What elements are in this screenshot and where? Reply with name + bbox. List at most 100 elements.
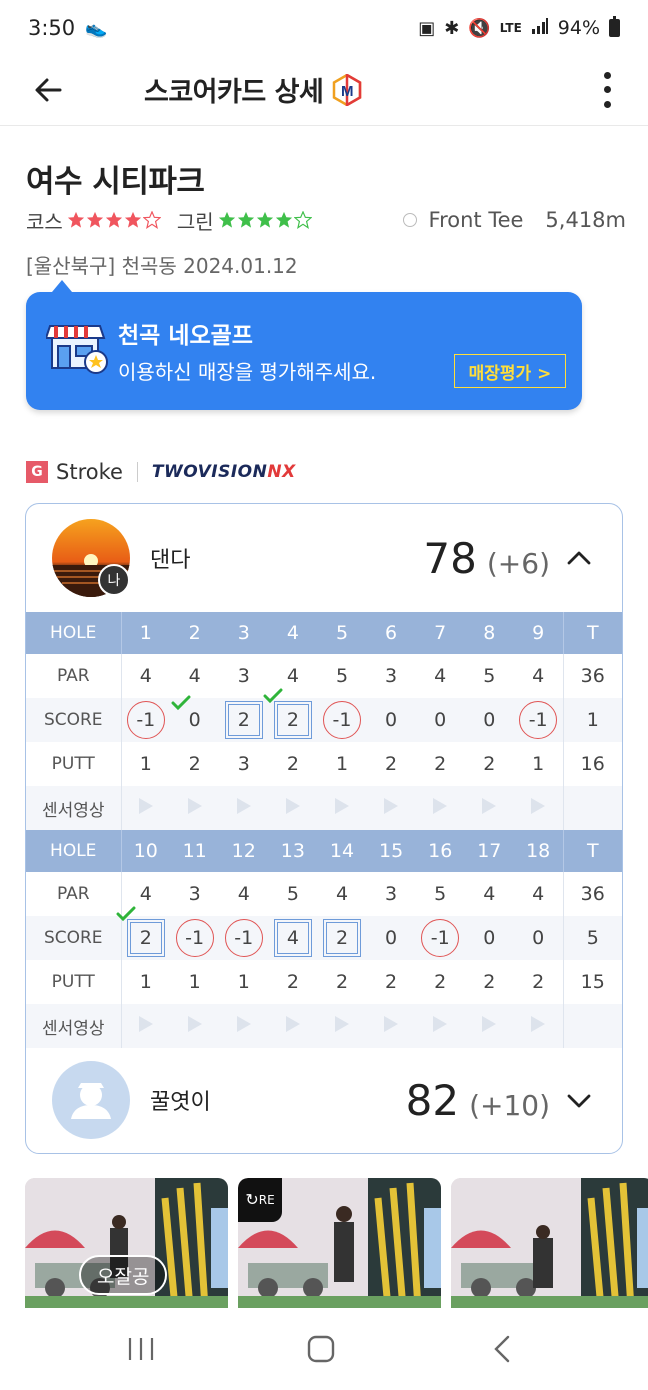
score-value: 0	[171, 695, 207, 731]
store-review-button[interactable]: 매장평가 >	[454, 354, 566, 388]
score-cell: 0	[170, 695, 220, 742]
course-ratings: 코스 그린 Front Tee 5,418m	[26, 205, 626, 235]
par-cell: 5	[434, 883, 447, 905]
video-thumbnail[interactable]: 오잘공	[25, 1178, 228, 1308]
play-icon[interactable]	[236, 1016, 251, 1032]
player-row-1[interactable]: 나 댄다 78 (+6)	[26, 504, 622, 612]
score-cell: 2	[317, 916, 367, 960]
play-icon[interactable]	[334, 1016, 349, 1032]
score-cell: 2	[263, 688, 318, 742]
play-icon[interactable]	[482, 1016, 497, 1032]
store-review-banner[interactable]: 천곡 네오골프 이용하신 매장을 평가해주세요. 매장평가 >	[26, 280, 582, 410]
chevron-down-icon[interactable]	[566, 1087, 592, 1113]
sensor-video-cell	[366, 1004, 416, 1048]
score-cell: -1	[121, 698, 171, 742]
par-cell: 4	[532, 883, 545, 905]
video-thumbnail[interactable]: ↻ RE	[238, 1178, 441, 1308]
play-icon[interactable]	[187, 798, 202, 814]
birdie-circle: -1	[126, 701, 165, 739]
play-icon[interactable]	[138, 798, 153, 814]
score-cell: 0	[366, 916, 416, 960]
putt-label: PUTT	[26, 742, 122, 786]
hole-number: 12	[219, 830, 269, 872]
video-thumbnail[interactable]	[451, 1178, 648, 1308]
score-value-text: -1	[332, 709, 352, 731]
par-cell: 3	[237, 665, 250, 687]
play-icon[interactable]	[482, 798, 497, 814]
bogey-square: 2	[263, 688, 312, 739]
play-icon[interactable]	[236, 798, 251, 814]
player-row-2[interactable]: 꿀엿이 82 (+10)	[26, 1046, 622, 1153]
game-type-badge: G	[26, 461, 48, 483]
score-value-text: -1	[528, 709, 548, 731]
signal-icon	[531, 17, 549, 40]
nav-back-icon[interactable]	[484, 1334, 524, 1364]
default-avatar	[52, 1061, 130, 1139]
play-icon[interactable]	[531, 1016, 546, 1032]
score-value-text: 0	[385, 709, 398, 731]
back-button[interactable]	[28, 70, 68, 110]
score-cell: 0	[513, 916, 563, 960]
sensor-total	[562, 1004, 622, 1048]
player-name: 댄다	[150, 548, 191, 573]
sensor-video-cell	[219, 786, 269, 830]
play-icon[interactable]	[384, 1016, 399, 1032]
putt-cell: 2	[286, 753, 299, 775]
sensor-video-cell	[121, 786, 171, 830]
svg-text:M: M	[341, 83, 353, 100]
bogey-square: 4	[273, 919, 312, 957]
recent-apps-icon[interactable]	[122, 1334, 162, 1364]
notification-icon: ▣	[418, 17, 436, 39]
par-cell: 4	[532, 665, 545, 687]
play-icon[interactable]	[433, 798, 448, 814]
hole-number: 10	[121, 830, 171, 872]
putt-cell: 1	[139, 753, 152, 775]
putt-cell: 2	[286, 971, 299, 993]
status-bar: 3:50 👟 ▣ ✱ 🔇 LTE 94%	[0, 0, 648, 56]
play-icon[interactable]	[285, 798, 300, 814]
par-cell: 4	[483, 883, 496, 905]
score-cell: 0	[366, 698, 416, 742]
chevron-up-icon[interactable]	[566, 545, 592, 571]
score-cell: -1	[219, 916, 269, 960]
score-cell: 0	[464, 698, 514, 742]
bogey-square: 2	[224, 701, 263, 739]
video-frame-image	[451, 1178, 648, 1308]
play-icon[interactable]	[138, 1016, 153, 1032]
battery-percent: 94%	[557, 17, 600, 39]
sensor-video-cell	[415, 786, 465, 830]
score-cell: -1	[513, 698, 563, 742]
putt-label: PUTT	[26, 960, 122, 1004]
sensor-video-cell	[366, 786, 416, 830]
store-icon	[46, 325, 108, 374]
more-menu-button[interactable]	[592, 68, 622, 112]
play-icon[interactable]	[187, 1016, 202, 1032]
play-icon[interactable]	[384, 798, 399, 814]
star-filled-icon	[218, 211, 235, 228]
round-location-date: [울산북구] 천곡동 2024.01.12	[26, 254, 298, 278]
hole-number: 18	[513, 830, 563, 872]
putt-total: 15	[562, 960, 622, 1004]
sensor-video-cell	[268, 1004, 318, 1048]
score-label: SCORE	[26, 916, 122, 960]
putt-cell: 2	[188, 753, 201, 775]
star-empty-icon	[293, 211, 312, 229]
home-icon[interactable]	[300, 1334, 340, 1364]
par-total: 36	[562, 654, 622, 698]
status-time: 3:50	[28, 16, 76, 40]
game-type-label: Stroke	[56, 460, 123, 484]
score-cell: 2	[219, 698, 269, 742]
hole-number: 15	[366, 830, 416, 872]
score-value: 0	[379, 709, 403, 731]
total-strokes: 78	[423, 533, 477, 583]
hole-number: 16	[415, 830, 465, 872]
putt-cell: 1	[188, 971, 201, 993]
play-icon[interactable]	[334, 798, 349, 814]
sensor-video-cell	[219, 1004, 269, 1048]
page-title: 스코어카드 상세 M	[144, 70, 363, 109]
play-icon[interactable]	[531, 798, 546, 814]
play-icon[interactable]	[285, 1016, 300, 1032]
play-icon[interactable]	[433, 1016, 448, 1032]
score-value-text: 2	[286, 709, 299, 731]
par-cell: 4	[335, 883, 349, 905]
